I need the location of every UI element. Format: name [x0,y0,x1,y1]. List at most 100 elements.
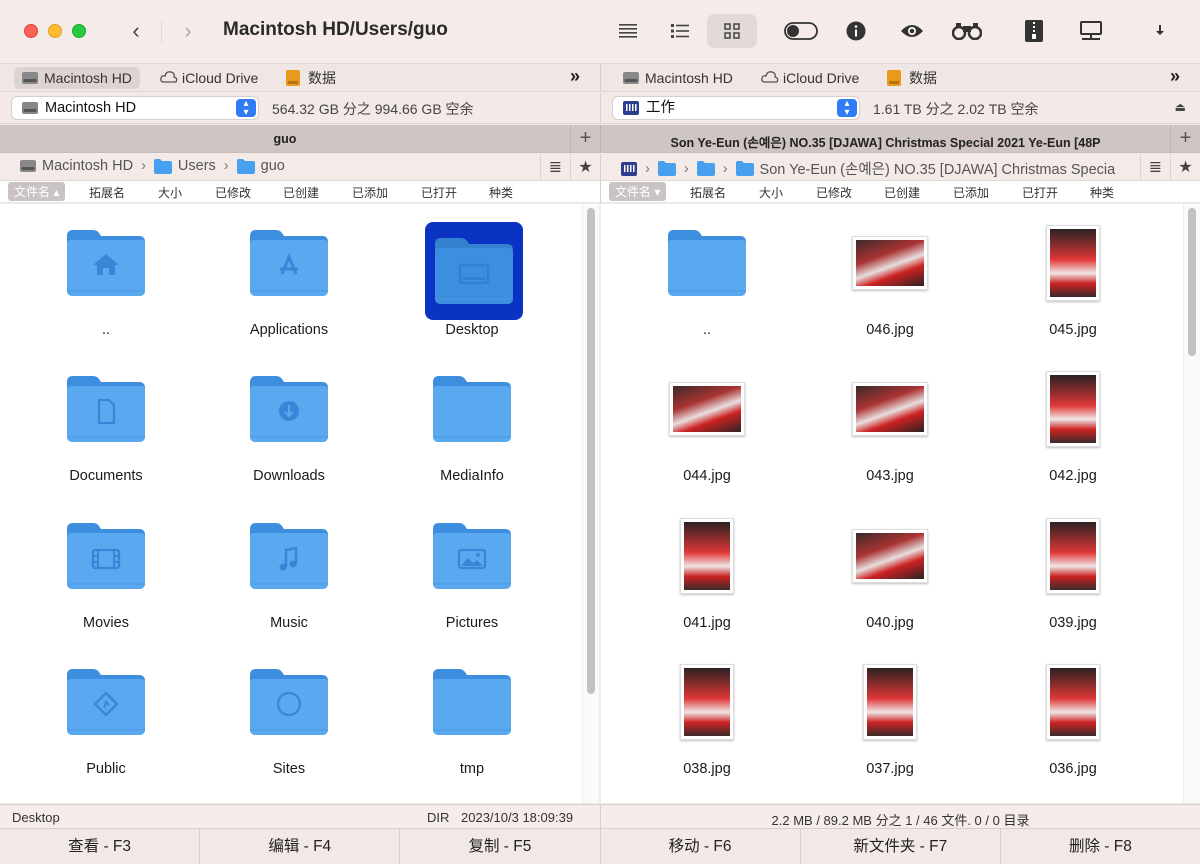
status-selected-name: Desktop [12,810,60,825]
close-window-button[interactable] [24,24,38,38]
file-item[interactable]: .. [637,214,777,354]
file-item[interactable]: 039.jpg [1003,507,1143,647]
file-item[interactable]: 044.jpg [637,360,777,500]
image-thumbnail [680,664,734,740]
list-options-button[interactable]: ≣ [1140,154,1170,181]
new-folder-f7-button[interactable]: 新文件夹 - F7 [801,829,1001,864]
device-tab-macintosh-hd[interactable]: Macintosh HD [615,67,741,89]
eject-button[interactable]: ⏏ [1175,100,1186,114]
device-tab-data[interactable]: 数据 [278,67,344,89]
right-panel-tab[interactable]: Son Ye-Eun (손예은) NO.35 [DJAWA] Christmas… [600,125,1200,153]
image-thumbnail [1046,225,1100,301]
toggle-hidden-button[interactable] [781,14,821,48]
file-manager-window: ‹ › Macintosh HD/Users/guo Macintosh HD … [0,0,1200,864]
file-item[interactable]: 043.jpg [820,360,960,500]
breadcrumb-item[interactable]: guo [261,158,285,174]
file-item[interactable]: 042.jpg [1003,360,1143,500]
music-folder-icon [250,523,328,589]
folder-icon [657,161,676,176]
add-tab-button[interactable]: + [570,125,600,153]
column-size[interactable]: 大小 [158,184,182,201]
network-button[interactable] [1071,14,1111,48]
left-scrollbar[interactable] [582,204,599,803]
right-scrollbar[interactable] [1183,204,1200,803]
delete-f8-button[interactable]: 删除 - F8 [1001,829,1200,864]
quick-look-button[interactable] [892,14,932,48]
file-item[interactable]: Desktop [402,214,542,354]
volume-select[interactable]: Macintosh HD ▴ ▾ [11,96,259,120]
file-item[interactable]: tmp [402,653,542,793]
icon-view-button[interactable] [707,14,757,48]
detail-view-button[interactable] [660,14,700,48]
file-item[interactable]: 045.jpg [1003,214,1143,354]
file-item[interactable]: 041.jpg [637,507,777,647]
volume-select[interactable]: 工作 ▴ ▾ [612,96,860,120]
more-devices-button[interactable]: » [570,66,580,87]
archive-button[interactable] [1014,14,1054,48]
file-item[interactable]: 037.jpg [820,653,960,793]
file-item[interactable]: Music [219,507,359,647]
view-f3-button[interactable]: 查看 - F3 [0,829,201,864]
column-added[interactable]: 已添加 [953,184,989,201]
search-button[interactable] [947,14,987,48]
scrollbar-thumb[interactable] [587,208,595,694]
edit-f4-button[interactable]: 编辑 - F4 [200,829,401,864]
column-created[interactable]: 已创建 [884,184,920,201]
file-item[interactable]: .. [36,214,176,354]
file-item[interactable]: Sites [219,653,359,793]
file-item[interactable]: Public [36,653,176,793]
file-item[interactable]: Movies [36,507,176,647]
file-item[interactable]: 036.jpg [1003,653,1143,793]
column-extension[interactable]: 拓展名 [690,184,726,201]
column-extension[interactable]: 拓展名 [89,184,125,201]
column-modified[interactable]: 已修改 [816,184,852,201]
list-options-button[interactable]: ≣ [540,154,570,181]
breadcrumb-item[interactable]: Users [178,158,216,174]
file-item[interactable]: 040.jpg [820,507,960,647]
info-button[interactable] [836,14,876,48]
favorites-button[interactable]: ★ [1170,154,1200,181]
copy-f5-button[interactable]: 复制 - F5 [400,829,601,864]
scrollbar-thumb[interactable] [1188,208,1196,356]
column-opened[interactable]: 已打开 [1022,184,1058,201]
breadcrumb-item[interactable]: Son Ye-Eun (손예은) NO.35 [DJAWA] Christmas… [760,158,1116,179]
add-tab-button[interactable]: + [1170,125,1200,153]
file-item[interactable]: Applications [219,214,359,354]
file-item[interactable]: 038.jpg [637,653,777,793]
breadcrumb-item[interactable]: Macintosh HD [42,158,133,174]
column-filename[interactable]: 文件名 ▾ [609,182,667,201]
more-devices-button[interactable]: » [1170,66,1180,87]
column-added[interactable]: 已添加 [352,184,388,201]
detail-list-icon [671,24,689,38]
column-opened[interactable]: 已打开 [421,184,457,201]
favorites-button[interactable]: ★ [570,154,600,181]
column-modified[interactable]: 已修改 [215,184,251,201]
device-tab-macintosh-hd[interactable]: Macintosh HD [14,67,140,89]
file-item[interactable]: 046.jpg [820,214,960,354]
move-f6-button[interactable]: 移动 - F6 [601,829,801,864]
file-item[interactable]: Downloads [219,360,359,500]
device-tab-icloud-drive[interactable]: iCloud Drive [152,67,266,89]
device-tab-data[interactable]: 数据 [879,67,945,89]
device-tab-label: 数据 [308,70,336,86]
forward-button[interactable]: › [176,18,200,44]
device-tab-icloud-drive[interactable]: iCloud Drive [753,67,867,89]
column-filename[interactable]: 文件名 ▴ [8,182,66,201]
column-created[interactable]: 已创建 [283,184,319,201]
column-size[interactable]: 大小 [759,184,783,201]
image-thumbnail-wrapper [851,663,929,741]
download-button[interactable] [1140,14,1180,48]
column-kind[interactable]: 种类 [1090,184,1114,201]
file-icon-wrapper [433,517,511,595]
list-view-button[interactable] [608,14,648,48]
left-panel-tab[interactable]: guo + [0,125,600,153]
zoom-window-button[interactable] [72,24,86,38]
file-item[interactable]: MediaInfo [402,360,542,500]
back-button[interactable]: ‹ [124,18,148,44]
file-item[interactable]: Pictures [402,507,542,647]
column-kind[interactable]: 种类 [489,184,513,201]
file-item[interactable]: Documents [36,360,176,500]
minimize-window-button[interactable] [48,24,62,38]
image-thumbnail [1046,371,1100,447]
folder-icon [696,161,715,176]
